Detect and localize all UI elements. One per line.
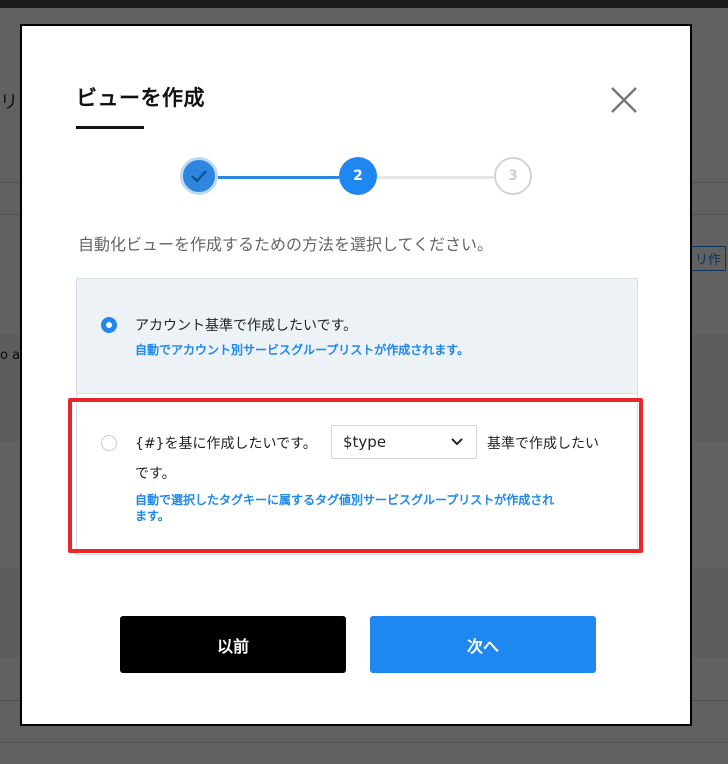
highlight-annotation [68,398,643,553]
stepper-connector-complete [218,176,339,179]
instruction-text: 自動化ビューを作成するための方法を選択してください。 [78,235,494,254]
create-view-dialog: ビューを作成 2 3 自動化ビューを作成するための方法を選択してください。 アカ… [20,24,692,726]
previous-button[interactable]: 以前 [120,616,346,673]
dialog-title: ビューを作成 [76,86,205,110]
title-underline [76,126,144,129]
stepper-connector-pending [377,176,494,179]
radio-selected[interactable] [101,317,117,333]
close-icon[interactable] [604,80,644,120]
step-2-current: 2 [339,157,377,195]
step-3-pending: 3 [494,157,532,195]
option-account-based[interactable]: アカウント基準で作成したいです。 自動でアカウント別サービスグループリストが作成… [76,278,638,394]
option-description: 自動でアカウント別サービスグループリストが作成されます。 [135,343,470,357]
option-label: アカウント基準で作成したいです。 [135,318,358,334]
next-button[interactable]: 次へ [370,616,596,673]
check-icon [191,170,207,183]
step-1-complete [180,157,218,195]
